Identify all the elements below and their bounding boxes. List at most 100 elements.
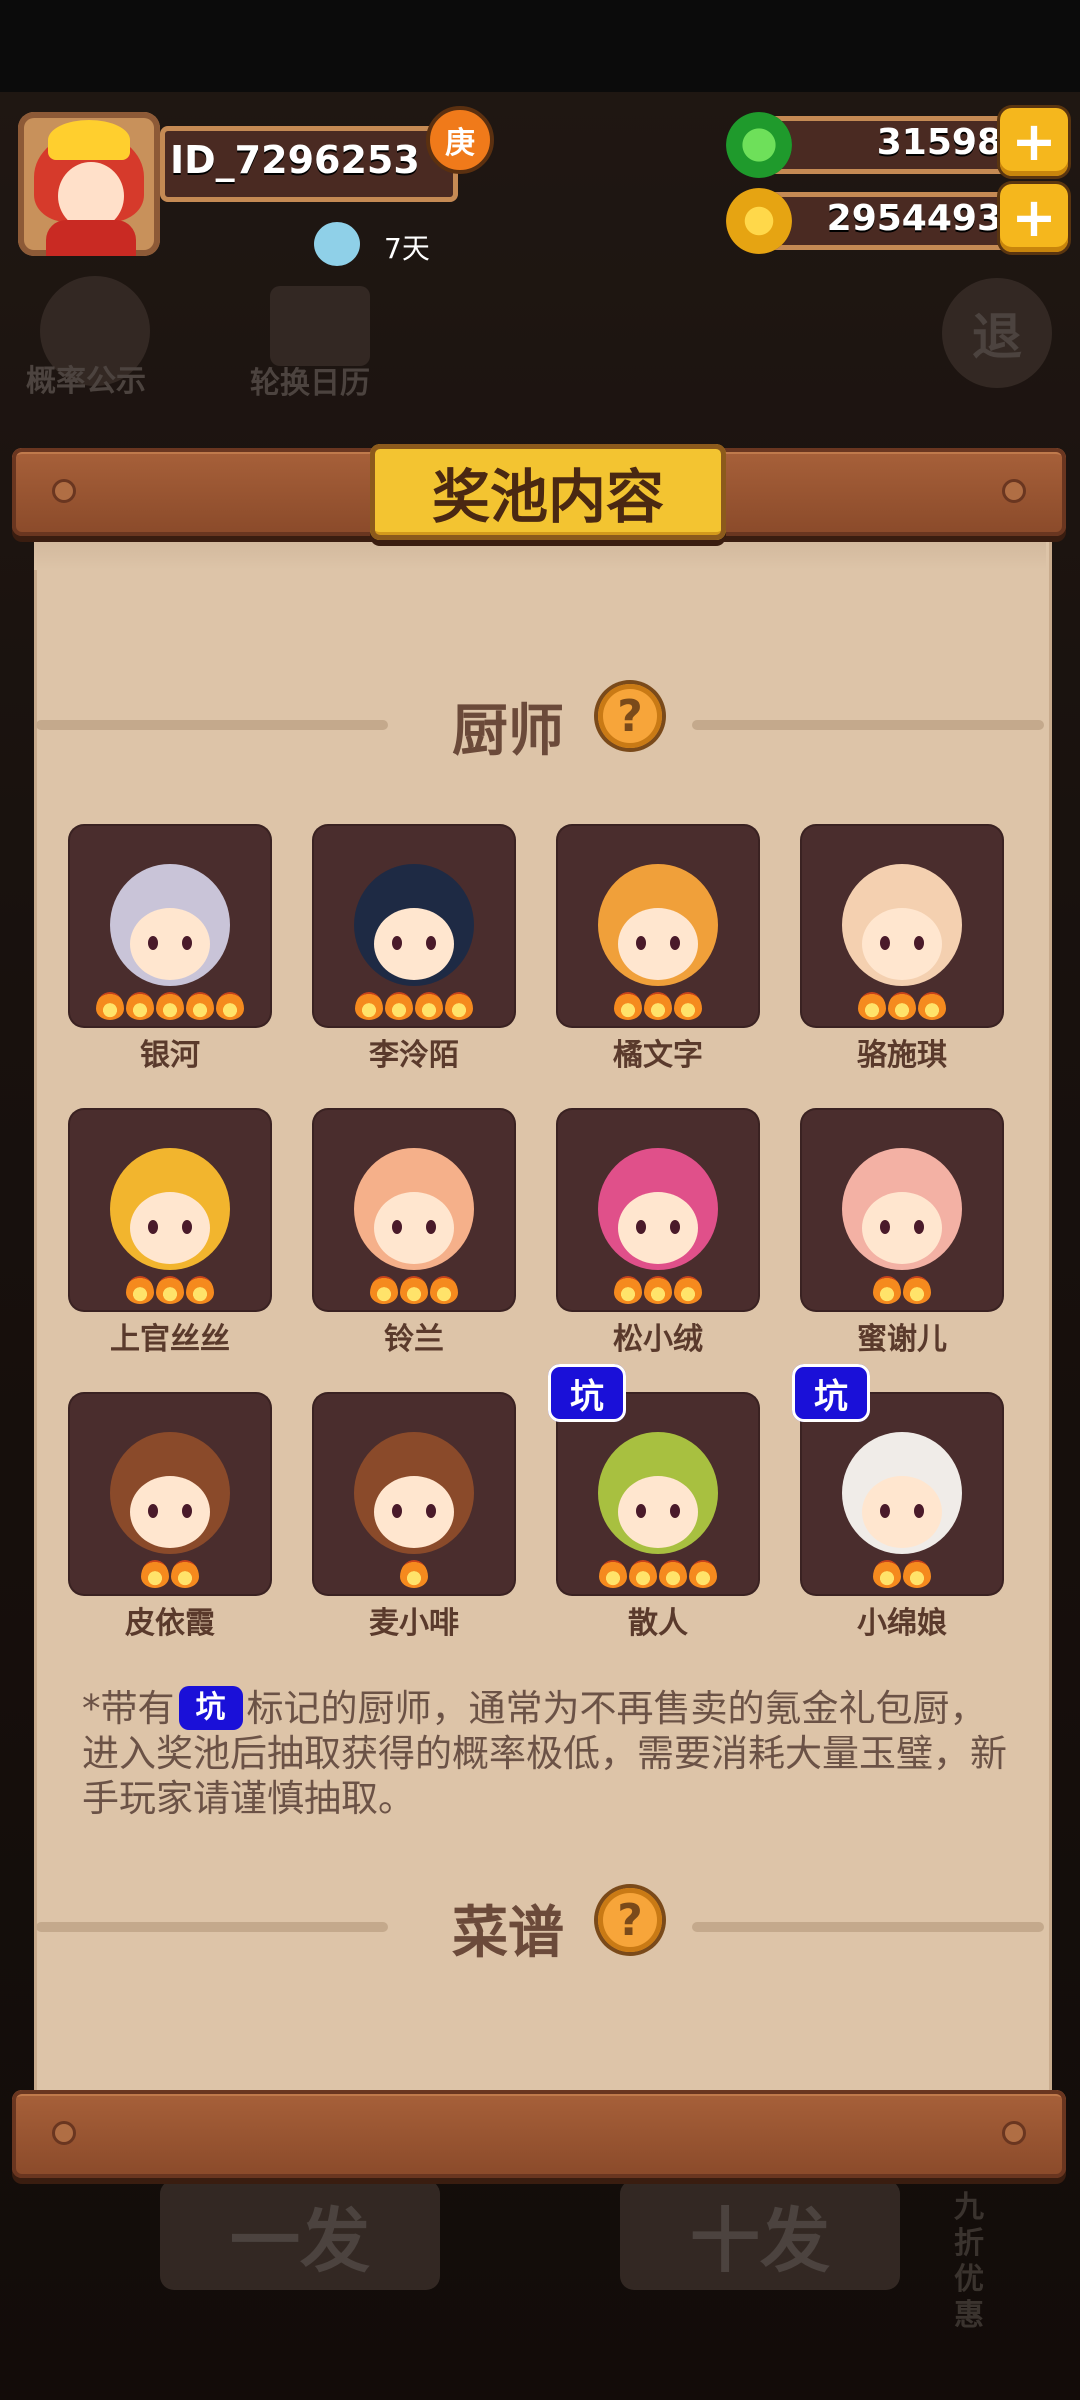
chef-face xyxy=(130,1476,210,1548)
chef-eye xyxy=(636,1220,646,1234)
chef-eye xyxy=(636,936,646,950)
chef-eye xyxy=(880,936,890,950)
flame-icon xyxy=(903,1276,931,1304)
recipes-help-icon[interactable]: ? xyxy=(598,1888,662,1952)
chef-eye xyxy=(392,936,402,950)
flame-icon xyxy=(400,1560,428,1588)
chef-face xyxy=(618,908,698,980)
chef-eye xyxy=(914,1504,924,1518)
chef-name: 散人 xyxy=(628,1606,688,1641)
add-jade-button[interactable]: + xyxy=(1000,108,1068,176)
flame-icon xyxy=(644,992,672,1020)
status-bar xyxy=(0,0,1080,92)
jade-value: 31598 xyxy=(876,122,1002,163)
chef-face xyxy=(862,1476,942,1548)
chef-name: 蜜谢儿 xyxy=(857,1322,947,1357)
chef-eye xyxy=(914,1220,924,1234)
rank-badge: 庚 xyxy=(426,106,494,174)
chef-name: 皮依霞 xyxy=(125,1606,215,1641)
chef-eye xyxy=(670,1220,680,1234)
chef-face xyxy=(618,1476,698,1548)
flame-icon xyxy=(216,992,244,1020)
chef-eye xyxy=(914,936,924,950)
chef-eye xyxy=(392,1220,402,1234)
flame-icon xyxy=(674,1276,702,1304)
chef-card[interactable] xyxy=(70,826,270,1026)
chef-card[interactable] xyxy=(802,1394,1002,1594)
flame-icon xyxy=(141,1560,169,1588)
chef-name: 小绵娘 xyxy=(857,1606,947,1641)
flame-icon xyxy=(644,1276,672,1304)
chef-rarity-flames xyxy=(70,1276,270,1304)
chef-eye xyxy=(670,1504,680,1518)
modal-title: 奖池内容 xyxy=(431,463,664,531)
chef-eye xyxy=(880,1220,890,1234)
chef-rarity-flames xyxy=(314,992,514,1020)
chef-card[interactable] xyxy=(70,1110,270,1310)
chef-rarity-flames xyxy=(558,1560,758,1588)
chef-card[interactable] xyxy=(70,1394,270,1594)
chef-card[interactable] xyxy=(314,1110,514,1310)
jade-icon xyxy=(726,112,792,178)
flame-icon xyxy=(156,992,184,1020)
chef-rarity-flames xyxy=(802,1276,1002,1304)
chef-rarity-flames xyxy=(70,992,270,1020)
chef-eye xyxy=(148,1504,158,1518)
flame-icon xyxy=(415,992,443,1020)
chef-face xyxy=(862,908,942,980)
flame-icon xyxy=(156,1276,184,1304)
flame-icon xyxy=(186,1276,214,1304)
flame-icon xyxy=(873,1560,901,1588)
flame-icon xyxy=(629,1560,657,1588)
flame-icon xyxy=(96,992,124,1020)
chef-rarity-flames xyxy=(802,1560,1002,1588)
flame-icon xyxy=(400,1276,428,1304)
chef-card[interactable] xyxy=(558,826,758,1026)
flame-icon xyxy=(385,992,413,1020)
chef-face xyxy=(618,1192,698,1264)
chef-card[interactable] xyxy=(802,826,1002,1026)
chef-name: 橘文字 xyxy=(613,1038,703,1073)
player-avatar[interactable] xyxy=(18,112,160,256)
flame-icon xyxy=(614,1276,642,1304)
chef-name: 松小绒 xyxy=(613,1322,703,1357)
chef-card[interactable] xyxy=(314,826,514,1026)
chef-face xyxy=(374,908,454,980)
chef-eye xyxy=(148,936,158,950)
pit-tag-inline: 坑 xyxy=(178,1686,243,1730)
chef-card[interactable] xyxy=(558,1110,758,1310)
chef-face xyxy=(374,1192,454,1264)
chef-name: 上官丝丝 xyxy=(110,1322,230,1357)
flame-icon xyxy=(674,992,702,1020)
chef-card[interactable] xyxy=(802,1110,1002,1310)
add-coin-button[interactable]: + xyxy=(1000,184,1068,252)
chef-card[interactable] xyxy=(314,1394,514,1594)
flame-icon xyxy=(370,1276,398,1304)
divider-line xyxy=(36,720,388,730)
flame-icon xyxy=(659,1560,687,1588)
flame-icon xyxy=(126,1276,154,1304)
flame-icon xyxy=(171,1560,199,1588)
bottom-plank xyxy=(12,2090,1066,2178)
chef-face xyxy=(862,1192,942,1264)
flame-icon xyxy=(186,992,214,1020)
chef-eye xyxy=(880,1504,890,1518)
chefs-help-icon[interactable]: ? xyxy=(598,684,662,748)
chef-rarity-flames xyxy=(314,1276,514,1304)
flame-icon xyxy=(918,992,946,1020)
divider-line xyxy=(36,1922,388,1932)
divider-line xyxy=(692,720,1044,730)
chef-rarity-flames xyxy=(802,992,1002,1020)
chef-face xyxy=(374,1476,454,1548)
chef-eye xyxy=(182,1504,192,1518)
flame-icon xyxy=(126,992,154,1020)
chef-face xyxy=(130,1192,210,1264)
flame-icon xyxy=(614,992,642,1020)
chef-card[interactable] xyxy=(558,1394,758,1594)
flame-icon xyxy=(599,1560,627,1588)
buff-timer-icon xyxy=(314,222,360,266)
flame-icon xyxy=(430,1276,458,1304)
chef-rarity-flames xyxy=(558,992,758,1020)
chef-eye xyxy=(426,936,436,950)
chefs-section-title: 厨师 xyxy=(452,699,564,764)
